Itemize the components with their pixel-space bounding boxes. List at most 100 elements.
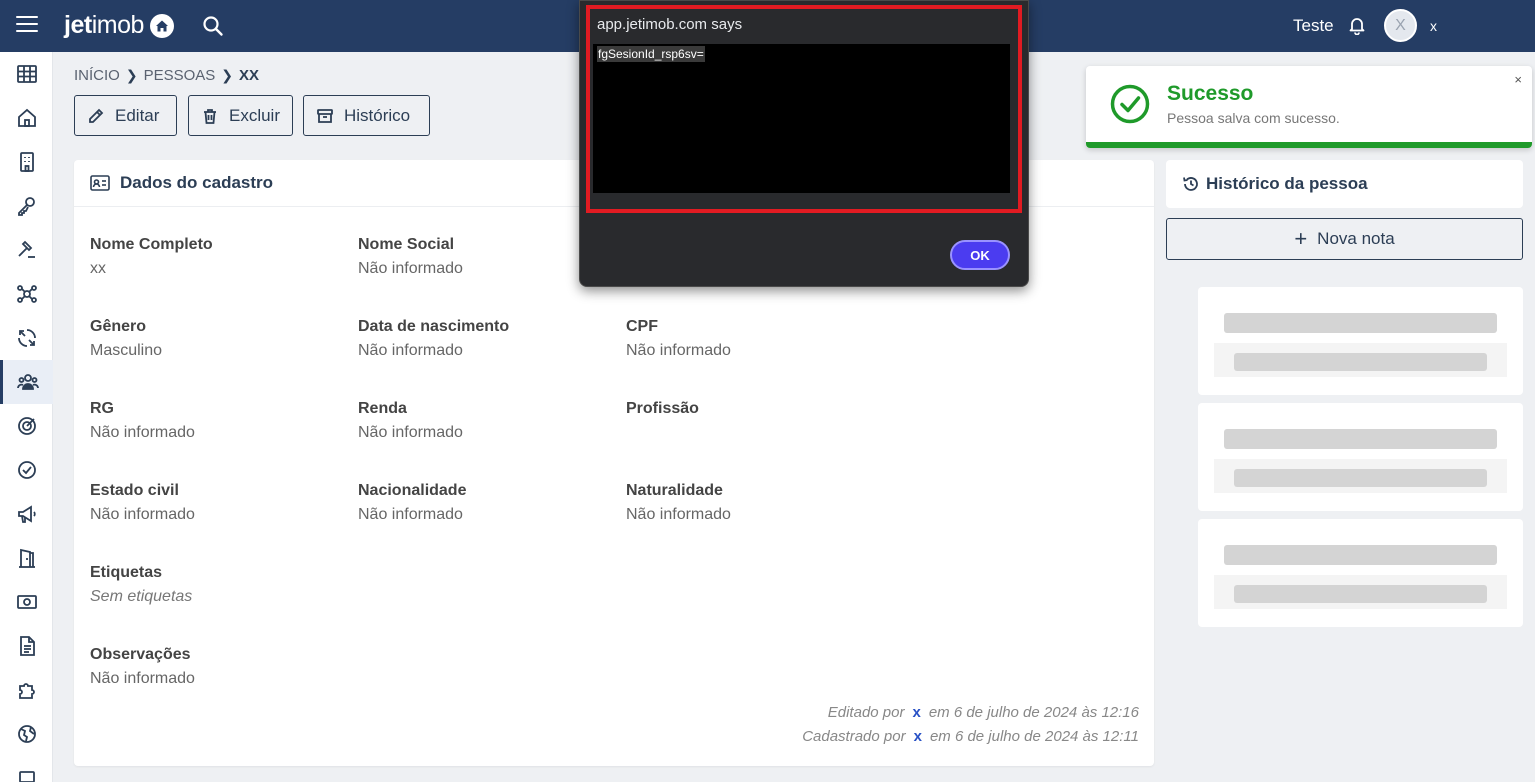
field-estado-civil: Estado civil Não informado [90, 482, 195, 524]
card-title: Dados do cadastro [120, 173, 274, 192]
sidebar-item-sync[interactable] [0, 316, 53, 360]
breadcrumb-home[interactable]: INÍCIO [74, 67, 120, 84]
search-icon[interactable] [202, 15, 224, 37]
plus-icon: + [1294, 226, 1308, 251]
field-etiquetas: Etiquetas Sem etiquetas [90, 564, 192, 606]
field-value: Não informado [626, 342, 731, 359]
target-icon [17, 417, 36, 435]
breadcrumb: INÍCIO ❯ PESSOAS ❯ XX [74, 67, 259, 84]
field-value: Não informado [358, 342, 463, 359]
field-cpf: CPF Não informado [626, 318, 731, 360]
sidebar-item-devices[interactable] [0, 756, 53, 782]
toast-progress-bar [1086, 142, 1532, 148]
check-circle-icon [1110, 84, 1150, 124]
loading-skeleton [1198, 519, 1523, 627]
field-value: Não informado [626, 506, 731, 523]
field-label: Renda [358, 400, 407, 417]
created-by-link[interactable]: x [914, 728, 922, 745]
breadcrumb-people[interactable]: PESSOAS [144, 67, 216, 84]
field-genero: Gênero Masculino [90, 318, 162, 360]
field-nome-social: Nome Social Não informado [358, 236, 463, 278]
archive-icon [317, 108, 333, 123]
user-short-name[interactable]: x [1430, 18, 1437, 34]
app-logo[interactable]: jet imob [64, 11, 174, 40]
gavel-icon [17, 240, 35, 258]
check-circle-icon [17, 461, 36, 479]
alert-dialog: app.jetimob.com says fgSesionId_rsp6sv= … [579, 0, 1029, 287]
logo-thin: imob [91, 11, 145, 39]
money-icon [16, 595, 37, 609]
close-icon[interactable]: × [1514, 72, 1522, 87]
sidebar-item-keys[interactable] [0, 184, 53, 228]
sidebar-item-people[interactable] [0, 360, 53, 404]
laptop-icon [18, 771, 35, 782]
history-button[interactable]: Histórico [303, 95, 430, 136]
sidebar-item-auction[interactable] [0, 228, 53, 272]
field-label: Naturalidade [626, 482, 723, 499]
field-label: Profissão [626, 400, 699, 417]
sidebar-item-marketing[interactable] [0, 492, 53, 536]
delete-button[interactable]: Excluir [188, 95, 293, 136]
chevron-right-icon: ❯ [221, 67, 234, 83]
field-value: Não informado [90, 506, 195, 523]
history-panel-header: Histórico da pessoa [1166, 160, 1523, 208]
history-icon [1183, 177, 1198, 191]
field-value: Não informado [358, 260, 463, 277]
pencil-icon [89, 108, 104, 123]
edited-when: em 6 de julho de 2024 às 12:16 [928, 704, 1139, 721]
field-label: Observações [90, 646, 191, 663]
sidebar-item-rentals[interactable] [0, 536, 53, 580]
edit-button-label: Editar [115, 105, 160, 125]
edit-button[interactable]: Editar [74, 95, 177, 136]
megaphone-icon [17, 505, 36, 523]
grid-icon [16, 65, 37, 83]
sidebar-item-home[interactable] [0, 96, 53, 140]
field-value: Não informado [90, 424, 195, 441]
field-label: Etiquetas [90, 564, 163, 581]
bell-icon[interactable] [1347, 15, 1367, 35]
sidebar-item-dashboard[interactable] [0, 52, 53, 96]
new-note-label: Nova nota [1317, 229, 1395, 248]
home-icon [17, 108, 36, 127]
logo-bold: jet [64, 11, 92, 39]
sidebar-item-target[interactable] [0, 404, 53, 448]
chevron-right-icon: ❯ [125, 67, 138, 83]
new-note-button[interactable]: + Nova nota [1166, 218, 1523, 260]
field-label: Estado civil [90, 482, 179, 499]
created-info: Cadastrado por x em 6 de julho de 2024 às … [802, 728, 1139, 745]
sidebar-item-network[interactable] [0, 272, 53, 316]
field-label: CPF [626, 318, 658, 335]
field-label: Nome Social [358, 236, 455, 253]
field-profissao: Profissão [626, 400, 699, 424]
field-value: xx [90, 260, 106, 277]
loading-skeleton [1198, 403, 1523, 511]
history-button-label: Histórico [344, 105, 411, 125]
field-label: RG [90, 400, 114, 417]
ok-button[interactable]: OK [950, 240, 1010, 270]
field-value: Masculino [90, 342, 163, 359]
field-data-nascimento: Data de nascimento Não informado [358, 318, 509, 360]
toast-title: Sucesso [1167, 82, 1254, 105]
sidebar-item-finance[interactable] [0, 580, 53, 624]
globe-icon [17, 725, 36, 743]
sidebar-item-buildings[interactable] [0, 140, 53, 184]
field-value: Sem etiquetas [90, 588, 193, 605]
sidebar-item-documents[interactable] [0, 624, 53, 668]
user-name[interactable]: Teste [1293, 16, 1334, 36]
field-rg: RG Não informado [90, 400, 195, 442]
success-toast: Sucesso Pessoa salva com sucesso. × [1086, 66, 1532, 148]
avatar[interactable]: X [1384, 9, 1417, 42]
sidebar-item-integrations[interactable] [0, 668, 53, 712]
toast-message: Pessoa salva com sucesso. [1167, 110, 1340, 126]
created-prefix: Cadastrado por [802, 728, 906, 745]
id-card-icon [90, 175, 110, 191]
menu-icon[interactable] [16, 16, 38, 36]
trash-icon [203, 108, 216, 124]
sidebar-item-website[interactable] [0, 712, 53, 756]
field-label: Nacionalidade [358, 482, 467, 499]
key-icon [17, 197, 35, 216]
document-icon [19, 636, 35, 656]
sidebar-item-tasks[interactable] [0, 448, 53, 492]
edited-by-link[interactable]: x [912, 704, 920, 721]
field-label: Nome Completo [90, 236, 213, 253]
